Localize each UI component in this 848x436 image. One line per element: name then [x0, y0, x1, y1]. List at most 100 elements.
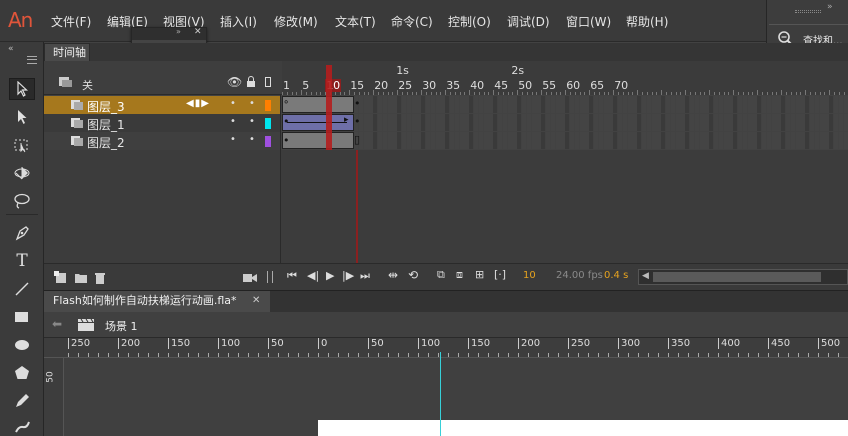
pen-tool-icon[interactable]	[9, 222, 35, 244]
vertical-ruler[interactable]: 50	[44, 358, 64, 436]
loop-icon[interactable]: ⟲	[408, 268, 418, 282]
edit-multiple-frames-icon[interactable]: ⊞	[475, 268, 484, 281]
menu-control[interactable]: 控制(O)	[448, 13, 491, 30]
frame-row[interactable]: ▸ • •	[282, 114, 848, 132]
layer-edit-icon[interactable]: ◀▮▶	[186, 98, 210, 109]
lasso-tool-icon[interactable]	[9, 190, 35, 212]
delete-layer-icon[interactable]	[94, 271, 106, 285]
menu-help[interactable]: 帮助(H)	[626, 13, 668, 30]
scene-bar: ⬅ 场景 1	[44, 312, 848, 338]
3d-rotation-tool-icon[interactable]	[9, 162, 35, 184]
selection-tool-icon[interactable]	[9, 78, 35, 100]
lock-dot[interactable]: •	[249, 116, 255, 127]
show-hide-all-icon[interactable]: 👁	[227, 75, 242, 89]
lock-dot[interactable]: •	[249, 98, 255, 109]
frame-span[interactable]	[282, 96, 354, 113]
visibility-dot[interactable]: •	[230, 134, 236, 145]
menu-debug[interactable]: 调试(D)	[507, 13, 550, 30]
toolbar-divider	[6, 214, 38, 215]
elapsed-time[interactable]: 0.4 s	[604, 270, 628, 281]
free-transform-tool-icon[interactable]	[9, 134, 35, 156]
lock-dot[interactable]: •	[249, 134, 255, 145]
keyframe-end[interactable]: ▯	[354, 133, 360, 146]
document-tab[interactable]: Flash如何制作自动扶梯运行动画.fla* ✕	[44, 291, 270, 312]
visibility-dot[interactable]: •	[230, 98, 236, 109]
onion-markers-icon[interactable]: [·]	[494, 268, 506, 281]
panel-collapse-icon[interactable]: »	[176, 27, 181, 36]
frame-span[interactable]	[282, 132, 354, 149]
brush-tool-icon[interactable]	[9, 416, 35, 436]
new-folder-icon[interactable]	[74, 272, 88, 284]
timeline-h-scrollbar[interactable]: ◀	[638, 269, 848, 285]
stage-canvas[interactable]	[318, 420, 848, 436]
seconds-marker: 2s	[511, 64, 525, 77]
layer-row[interactable]: 图层_2 • •	[44, 132, 280, 150]
scene-name[interactable]: 场景 1	[105, 318, 138, 334]
toolbar-collapse-icon[interactable]: «	[8, 44, 14, 54]
layer-color-swatch[interactable]	[265, 100, 271, 111]
panel-header[interactable]: » ✕	[132, 27, 206, 40]
outline-all-icon[interactable]	[265, 77, 271, 87]
new-layer-icon[interactable]	[54, 271, 68, 284]
vertical-ruler-label: 50	[45, 371, 56, 383]
toolbar-menu-icon[interactable]	[27, 56, 37, 64]
seconds-marker: 1s	[396, 64, 409, 77]
layer-name[interactable]: 图层_3	[87, 98, 125, 115]
layer-row[interactable]: 图层_1 • •	[44, 114, 280, 132]
frame-row[interactable]: • ▯	[282, 132, 848, 150]
layer-color-swatch[interactable]	[265, 118, 271, 129]
close-icon[interactable]: ✕	[252, 291, 260, 311]
frame-number: 25	[398, 79, 413, 92]
menu-insert[interactable]: 插入(I)	[220, 13, 257, 30]
layer-name[interactable]: 图层_1	[87, 116, 125, 133]
center-frame-icon[interactable]: ⇹	[388, 268, 398, 282]
panel-gripper[interactable]	[795, 10, 821, 13]
frame-ruler[interactable]: 15101520253035404550556065701s2s10	[282, 61, 848, 95]
guide-line[interactable]	[440, 352, 441, 436]
polystar-tool-icon[interactable]	[9, 362, 35, 384]
back-arrow-icon[interactable]: ⬅	[52, 317, 62, 331]
menu-file[interactable]: 文件(F)	[51, 13, 91, 30]
keyframe-end[interactable]: •	[354, 115, 361, 128]
tab-timeline[interactable]: 时间轴	[44, 43, 90, 61]
step-back-button[interactable]: ◀|	[307, 269, 319, 282]
layer-color-swatch[interactable]	[265, 136, 271, 147]
panel-collapse-icon[interactable]: »	[827, 2, 833, 12]
onion-skin-icon[interactable]: ⧉	[437, 268, 445, 282]
frame-rate[interactable]: 24.00 fps	[556, 270, 603, 281]
camera-icon[interactable]	[243, 272, 257, 283]
menu-modify[interactable]: 修改(M)	[274, 13, 318, 30]
rectangle-tool-icon[interactable]	[9, 306, 35, 328]
lock-all-icon[interactable]	[246, 76, 256, 88]
horizontal-ruler[interactable]: 250 200 150 100 50 0 50 100 150 200 250 300 350 400 45…	[44, 338, 848, 358]
step-forward-button[interactable]: |▶	[342, 269, 354, 282]
scroll-left-icon[interactable]: ◀	[642, 271, 649, 281]
frame-number: 65	[590, 79, 605, 92]
play-button[interactable]: ▶	[326, 269, 334, 282]
layer-row[interactable]: 图层_3 ◀▮▶ • •	[44, 96, 280, 114]
go-last-frame-button[interactable]: ⏭	[360, 269, 370, 283]
timeline-footer: ⏮ ◀| ▶ |▶ ⏭ ⇹ ⟲ ⧉ ⧈ ⊞ [·] 10 24.00 fps 0…	[44, 263, 848, 290]
visibility-dot[interactable]: •	[230, 116, 236, 127]
text-tool-icon[interactable]: T	[9, 250, 35, 272]
onion-outline-icon[interactable]: ⧈	[456, 268, 463, 282]
timeline-header: 关 👁 15101520253035404550556065701s2s10	[44, 61, 848, 95]
empty-keyframe[interactable]: ∘	[283, 97, 289, 108]
keyframe-end[interactable]: •	[354, 97, 361, 110]
keyframe[interactable]: •	[283, 115, 290, 128]
subselection-tool-icon[interactable]	[9, 106, 35, 128]
pencil-tool-icon[interactable]	[9, 390, 35, 412]
layer-name[interactable]: 图层_2	[87, 134, 125, 151]
frame-number: 40	[470, 79, 485, 92]
go-first-frame-button[interactable]: ⏮	[287, 269, 297, 283]
menu-commands[interactable]: 命令(C)	[391, 13, 433, 30]
frame-row[interactable]: ∘ •	[282, 96, 848, 114]
oval-tool-icon[interactable]	[9, 334, 35, 356]
line-tool-icon[interactable]	[9, 278, 35, 300]
current-frame[interactable]: 10	[523, 270, 536, 281]
keyframe[interactable]: •	[283, 134, 290, 147]
menu-text[interactable]: 文本(T)	[335, 13, 376, 30]
scroll-thumb[interactable]	[653, 272, 821, 282]
close-icon[interactable]: ✕	[194, 27, 202, 37]
menu-window[interactable]: 窗口(W)	[566, 13, 611, 30]
